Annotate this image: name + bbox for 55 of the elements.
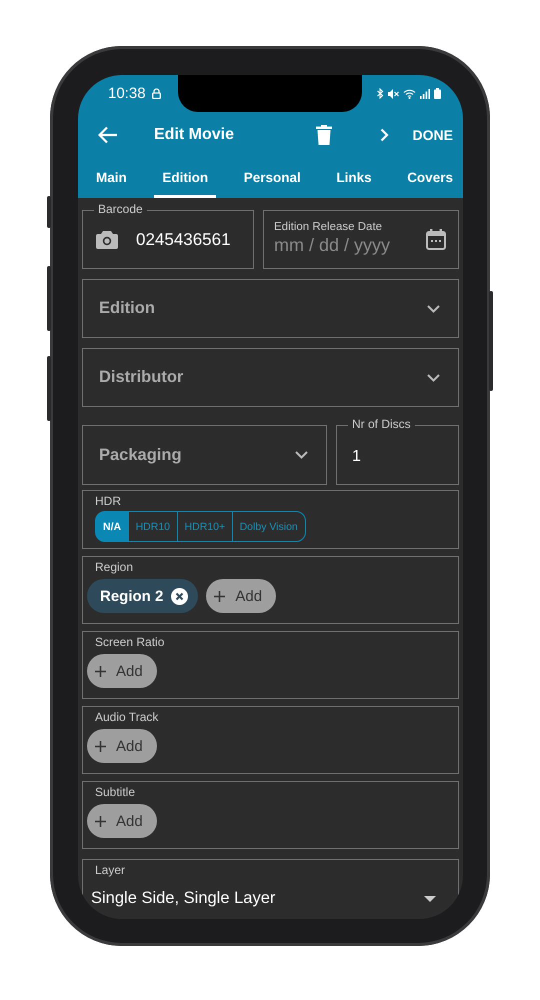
dropdown-field[interactable]: Edition (82, 279, 459, 338)
discs-value: 1 (352, 448, 361, 466)
calendar-icon (426, 229, 446, 250)
battery-icon (434, 88, 441, 99)
status-time: 10:38 (108, 85, 146, 102)
barcode-field[interactable]: Barcode 0245436561 (82, 202, 254, 269)
segment-button[interactable]: HDR10 (128, 511, 178, 542)
plus-icon (95, 816, 106, 826)
close-icon[interactable] (171, 588, 188, 604)
segment-button[interactable]: HDR10+ (176, 511, 234, 542)
segment-button[interactable]: Dolby Vision (232, 511, 306, 542)
discs-field[interactable]: Nr of Discs 1 (336, 417, 459, 485)
date-field[interactable]: Edition Release Date mm / dd / yyyy (263, 210, 459, 269)
field-label: Audio Track (95, 710, 160, 724)
tab[interactable]: Covers (399, 160, 461, 198)
add-button[interactable]: Add (87, 804, 157, 838)
date-input[interactable]: mm / dd / yyyy (274, 233, 414, 258)
layer-value: Single Side, Single Layer (91, 889, 276, 908)
wifi-icon (403, 88, 416, 98)
field-label: HDR (95, 494, 122, 508)
field-label: Subtitle (95, 785, 136, 799)
tab[interactable]: Main (88, 160, 135, 198)
screen-title: Edit Movie (154, 126, 234, 144)
bluetooth-icon (377, 88, 384, 99)
camera-icon (96, 230, 118, 248)
dropdown-field[interactable]: Packaging (82, 425, 327, 485)
signal-icon (420, 88, 430, 98)
dropdown-field[interactable]: Distributor (82, 348, 459, 407)
field-label: Barcode (94, 202, 147, 216)
segment-button[interactable]: N/A (95, 511, 130, 542)
field-label: Layer (95, 863, 126, 877)
tab[interactable]: Personal (236, 160, 309, 198)
add-button[interactable]: Add (206, 579, 276, 613)
done-button[interactable]: DONE (410, 123, 455, 147)
chevron-down-icon (427, 304, 440, 312)
field-label: Screen Ratio (95, 635, 166, 649)
dropdown-arrow-icon (424, 896, 436, 902)
plus-icon (95, 740, 106, 752)
chevron-down-icon (427, 374, 440, 382)
barcode-value: 0245436561 (136, 230, 231, 250)
add-button[interactable]: Add (87, 654, 157, 688)
add-button[interactable]: Add (87, 729, 157, 763)
field-label: Region (95, 560, 134, 574)
layer-field[interactable]: Layer Single Side, Single Layer (82, 859, 459, 919)
field-label: Edition Release Date (274, 221, 384, 233)
plus-icon (95, 666, 106, 676)
region-chip[interactable]: Region 2 (87, 579, 198, 613)
plus-icon (214, 590, 226, 602)
mute-icon (388, 88, 399, 98)
lock-icon (152, 88, 161, 99)
tab[interactable]: Edition (154, 160, 216, 198)
field-label: Nr of Discs (348, 417, 415, 431)
tab[interactable]: Links (328, 160, 380, 198)
chevron-right-icon (380, 128, 389, 142)
chevron-down-icon (295, 451, 308, 459)
